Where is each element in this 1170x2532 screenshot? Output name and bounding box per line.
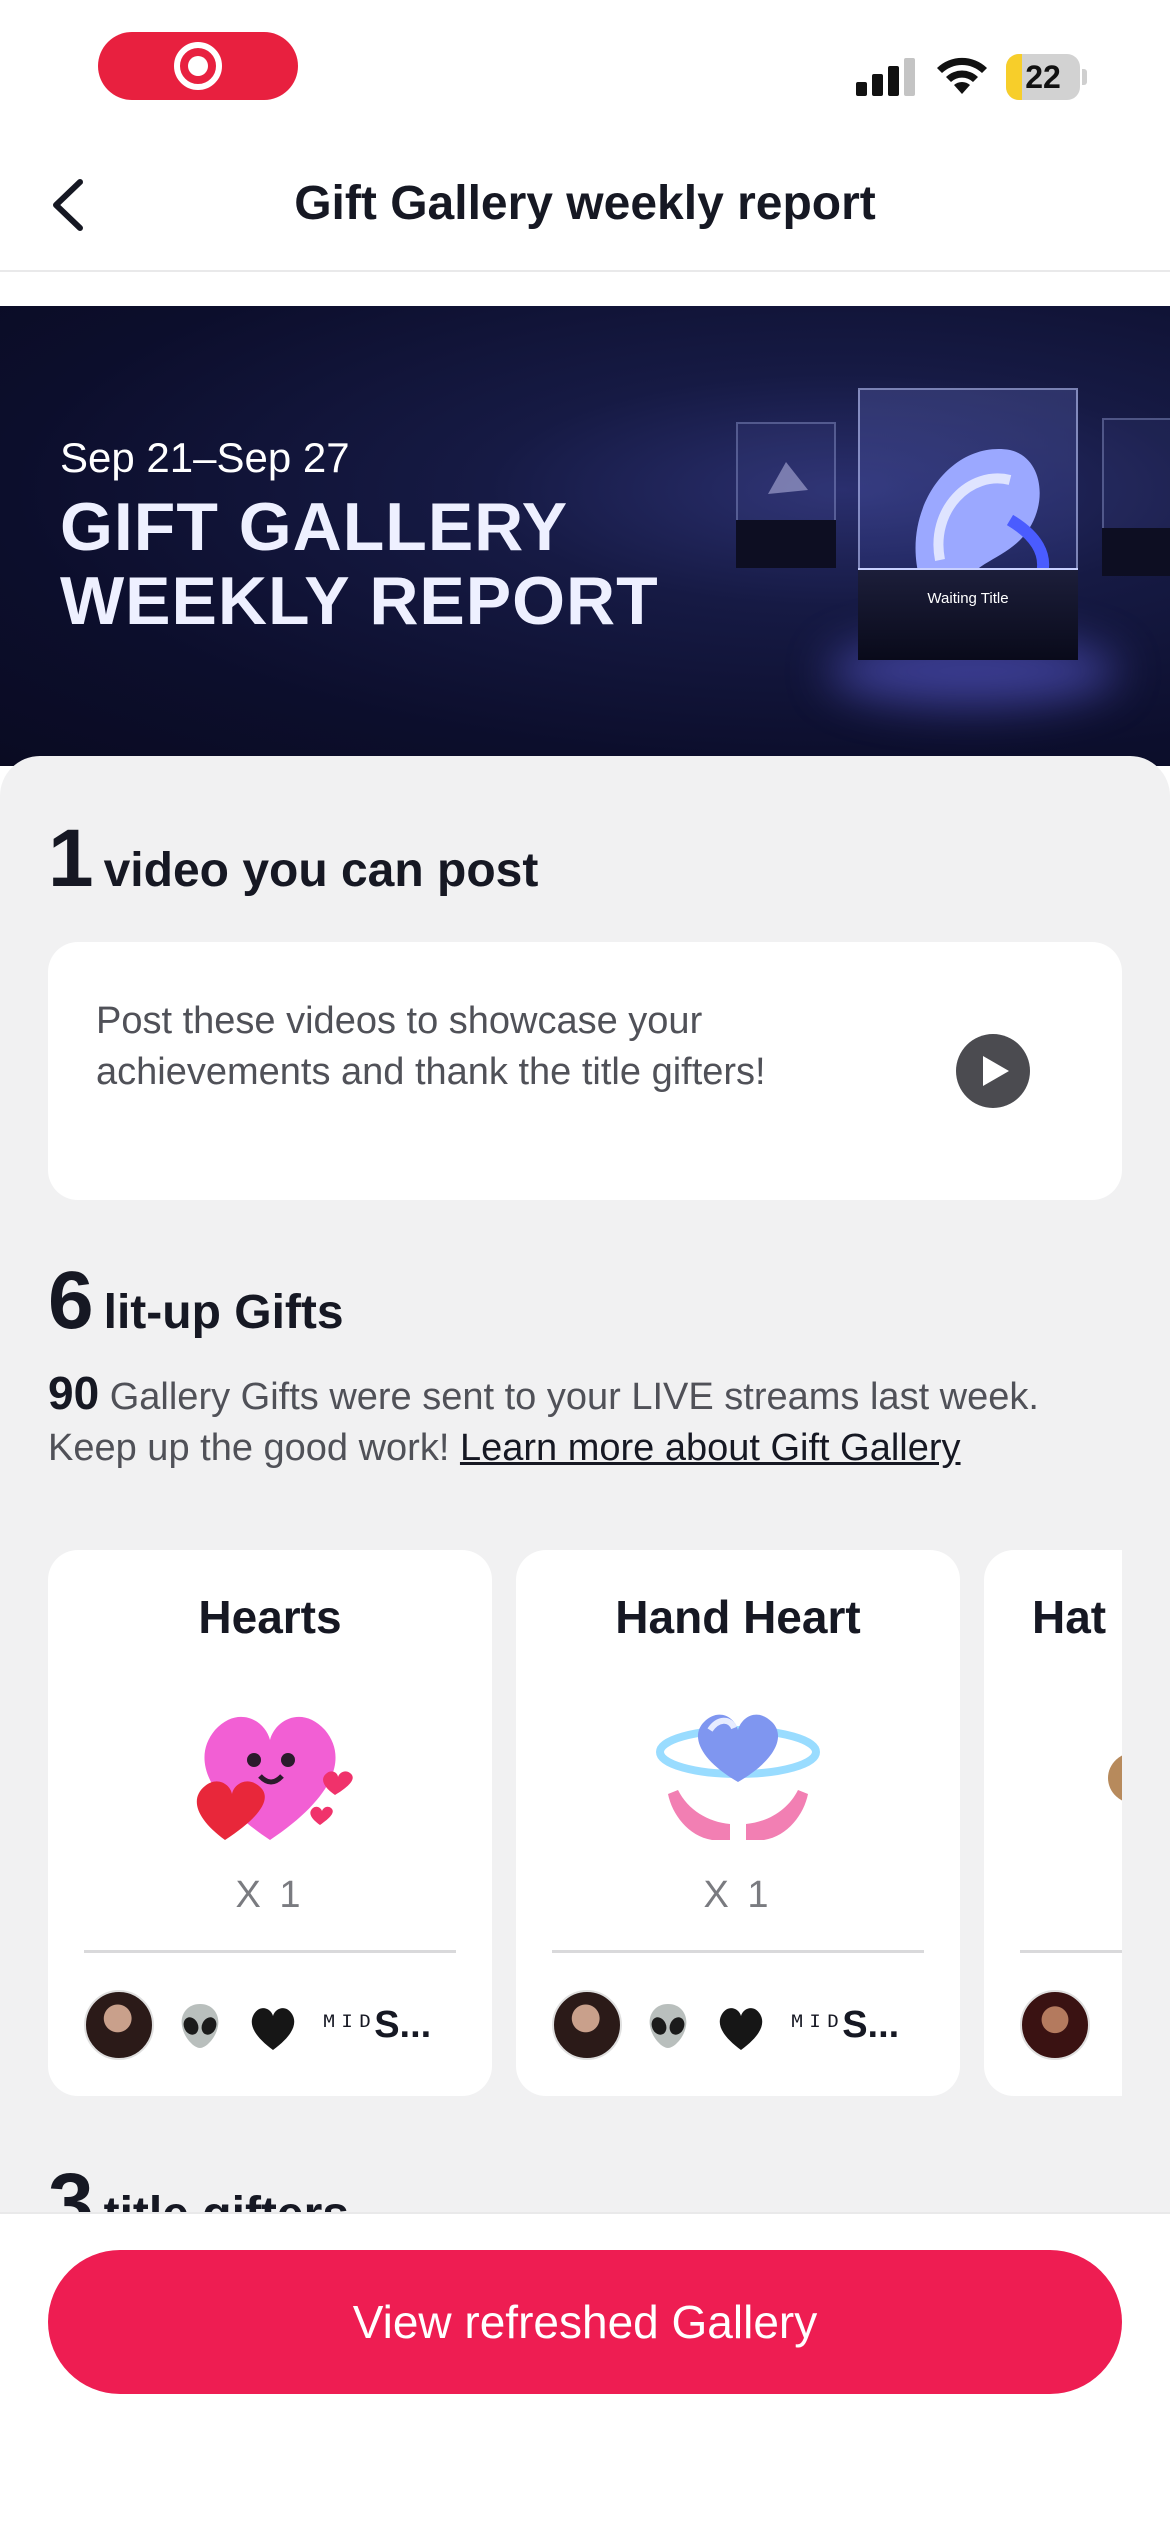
cellular-signal-icon xyxy=(856,58,916,96)
gifters-section-title: 3 title gifters xyxy=(48,2156,349,2216)
gift-card[interactable]: Hat xyxy=(984,1550,1122,2096)
alien-emoji-icon xyxy=(181,2004,219,2048)
gift-name: Hand Heart xyxy=(615,1591,861,1643)
wifi-icon xyxy=(937,57,987,94)
gifter-row[interactable]: ᴹᴵᴰS... xyxy=(84,1990,464,2062)
gifter-row[interactable]: ᴹᴵᴰS... xyxy=(552,1990,932,2062)
hearts-gift-icon xyxy=(196,1716,353,1840)
gift-quantity: X 1 xyxy=(235,1874,305,1916)
gifters-count: 3 xyxy=(48,2157,94,2216)
page-title: Gift Gallery weekly report xyxy=(294,177,876,230)
gifts-count: 6 xyxy=(48,1255,94,1346)
gift-card[interactable]: Hand Heart X 1 ᴹᴵᴰS... xyxy=(516,1550,960,2096)
avatar[interactable] xyxy=(84,1990,154,2060)
banner-title: GIFT GALLERY WEEKLY REPORT xyxy=(60,489,659,639)
gift-display-cube-icon xyxy=(736,422,836,532)
learn-more-link[interactable]: Learn more about Gift Gallery xyxy=(460,1427,961,1469)
view-refreshed-gallery-button[interactable]: View refreshed Gallery xyxy=(48,2250,1122,2394)
battery-icon: 22 xyxy=(1006,54,1087,100)
gifter-row[interactable] xyxy=(1020,1990,1122,2062)
back-button[interactable] xyxy=(36,170,106,240)
gift-card[interactable]: Hearts X 1 ᴹᴵᴰS... xyxy=(48,1550,492,2096)
alien-emoji-icon xyxy=(649,2004,687,2048)
gallery-gifts-sent-count: 90 xyxy=(48,1367,100,1419)
gift-display-cube-icon xyxy=(1102,418,1170,538)
gift-cards-carousel[interactable]: Hearts X 1 ᴹᴵᴰS... Hand Heart X 1 ᴹᴵᴰS..… xyxy=(48,1550,1122,2100)
post-video-description: Post these videos to showcase your achie… xyxy=(96,1000,766,1093)
gifter-name: ᴹᴵᴰS... xyxy=(788,2004,900,2046)
battery-level: 22 xyxy=(1025,59,1061,95)
banner-date-range: Sep 21–Sep 27 xyxy=(60,434,350,481)
avatar[interactable] xyxy=(1020,1990,1090,2060)
bottom-action-bar: View refreshed Gallery xyxy=(0,2212,1170,2532)
gift-quantity: X 1 xyxy=(703,1874,773,1916)
black-heart-icon xyxy=(719,2008,763,2050)
avatar[interactable] xyxy=(552,1990,622,2060)
black-heart-icon xyxy=(251,2008,295,2050)
screen-recording-indicator[interactable] xyxy=(98,32,298,100)
play-button[interactable] xyxy=(956,1034,1030,1108)
gifts-section-title: 6 lit-up Gifts xyxy=(48,1255,344,1346)
nav-header: Gift Gallery weekly report xyxy=(0,140,1170,272)
hand-heart-gift-icon xyxy=(656,1714,820,1840)
hat-gift-icon xyxy=(1108,1755,1122,1801)
gift-name: Hat xyxy=(1032,1591,1107,1643)
videos-section-title: 1 video you can post xyxy=(48,813,539,904)
videos-count: 1 xyxy=(48,813,94,904)
report-content: 1 video you can post Post these videos to… xyxy=(0,756,1170,2216)
gift-name: Hearts xyxy=(198,1591,342,1643)
report-banner: Sep 21–Sep 27 GIFT GALLERY WEEKLY REPORT… xyxy=(0,306,1170,766)
gifter-name: ᴹᴵᴰS... xyxy=(320,2004,432,2046)
gifts-summary: 90 Gallery Gifts were sent to your LIVE … xyxy=(48,1367,1039,1470)
post-video-card[interactable]: Post these videos to showcase your achie… xyxy=(48,942,1122,1200)
cube-label: Waiting Title xyxy=(927,590,1009,607)
status-bar: 22 xyxy=(0,0,1170,140)
play-icon xyxy=(983,1056,1009,1086)
